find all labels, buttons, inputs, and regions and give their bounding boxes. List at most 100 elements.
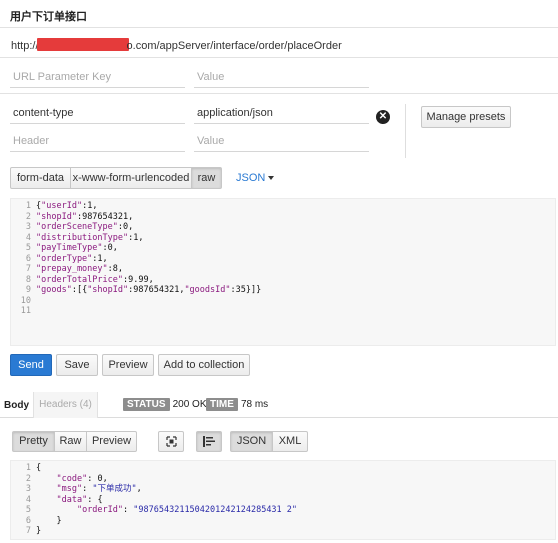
- raw-view-button[interactable]: Raw: [54, 431, 87, 452]
- presets-divider: [405, 104, 406, 158]
- view-mode-group: Pretty Raw Preview: [12, 431, 137, 452]
- form-data-button[interactable]: form-data: [10, 167, 71, 189]
- json-punct: }: [36, 526, 42, 536]
- code-line: "orderTotalPrice":9.99,: [36, 275, 261, 286]
- send-button[interactable]: Send: [10, 354, 52, 376]
- line-number: 7: [25, 264, 31, 274]
- chevron-down-icon: [268, 176, 275, 180]
- json-key: "userId": [41, 201, 83, 211]
- response-time: TIME 78 ms: [206, 398, 269, 411]
- code-line: "code": 0,: [36, 474, 297, 485]
- copy-icon[interactable]: [158, 431, 184, 452]
- request-body-editor[interactable]: 1 2 3 4 5 6 7 8 9 10 11 {"userId":1, "shopId":98765…: [10, 198, 556, 346]
- tab-headers[interactable]: Headers (4): [33, 392, 98, 418]
- json-key: "data": [56, 494, 88, 505]
- format-mode-group: JSON XML: [230, 431, 308, 452]
- json-punct: :1,: [92, 253, 108, 264]
- code-line: }: [36, 526, 297, 537]
- json-key: "code": [56, 473, 88, 484]
- response-line-number-gutter: 1234567: [11, 463, 31, 537]
- save-button[interactable]: Save: [56, 354, 98, 376]
- json-punct: : {: [87, 494, 103, 505]
- line-number: 2: [25, 211, 31, 222]
- remove-header-icon[interactable]: ✕: [376, 110, 390, 124]
- header-value-input[interactable]: application/json: [194, 102, 369, 124]
- response-body-code: { "code": 0, "msg": "下单成功", "data": { "o…: [36, 463, 297, 537]
- format-dropdown[interactable]: JSON: [236, 172, 275, 184]
- code-line: "prepay_money":8,: [36, 264, 261, 275]
- line-number: 4: [25, 494, 31, 505]
- json-punct: :35}]}: [230, 285, 262, 295]
- request-url-input[interactable]: http:// o.com/appServer/interface/order/p…: [11, 38, 342, 52]
- line-number: 5: [25, 243, 31, 253]
- json-punct: :0,: [102, 243, 118, 253]
- url-divider: [0, 57, 558, 58]
- line-number: 1: [25, 201, 31, 211]
- body-mode-group: form-data x-www-form-urlencoded raw: [10, 167, 222, 189]
- response-status: STATUS 200 OK: [123, 398, 207, 411]
- json-punct: :8,: [107, 264, 124, 274]
- json-key: "shopId": [36, 211, 77, 222]
- header-key-input[interactable]: content-type: [10, 102, 185, 124]
- status-value: 200 OK: [172, 399, 207, 410]
- json-punct: :: [87, 473, 98, 484]
- code-line: "shopId":987654321,: [36, 212, 261, 223]
- pretty-button[interactable]: Pretty: [12, 431, 55, 452]
- json-punct: :9.99,: [123, 274, 154, 285]
- json-punct: :[{: [71, 285, 88, 295]
- json-key: "orderType": [36, 253, 93, 264]
- json-punct: [36, 505, 77, 515]
- line-number: 9: [25, 285, 31, 295]
- redacted-host: [36, 38, 129, 51]
- json-key: "orderSceneType": [36, 222, 118, 232]
- line-number: 3: [25, 222, 31, 232]
- json-punct: [36, 474, 56, 484]
- code-line: {: [36, 463, 297, 474]
- json-key: "orderTotalPrice": [36, 274, 123, 285]
- url-param-key-input[interactable]: URL Parameter Key: [10, 66, 185, 88]
- line-number: 6: [25, 515, 31, 526]
- json-punct: :987654321,: [76, 211, 134, 222]
- json-punct: {: [36, 463, 42, 473]
- title-divider: [0, 27, 558, 28]
- code-line: {"userId":1,: [36, 201, 261, 212]
- json-format-button[interactable]: JSON: [230, 431, 273, 452]
- json-key: "shopId": [87, 285, 129, 295]
- json-punct: [36, 484, 56, 494]
- json-punct: }: [36, 515, 62, 526]
- code-line: "data": {: [36, 495, 297, 506]
- format-dropdown-label: JSON: [236, 172, 266, 184]
- add-to-collection-button[interactable]: Add to collection: [158, 354, 250, 376]
- raw-button[interactable]: raw: [191, 167, 222, 189]
- json-string: "9876543211504201242124285431 2": [133, 505, 298, 515]
- time-value: 78 ms: [240, 399, 269, 410]
- url-param-value-input[interactable]: Value: [194, 66, 369, 88]
- line-number: 4: [25, 232, 31, 243]
- preview-button[interactable]: Preview: [102, 354, 154, 376]
- new-header-value-input[interactable]: Value: [194, 130, 369, 152]
- url-suffix: o.com/appServer/interface/order/placeOrd…: [126, 40, 342, 52]
- urlencoded-button[interactable]: x-www-form-urlencoded: [70, 167, 192, 189]
- json-punct: :0,: [117, 222, 134, 232]
- json-punct: ,: [136, 484, 142, 494]
- line-number: 7: [25, 526, 31, 536]
- json-key: "msg": [56, 484, 83, 494]
- wrap-lines-icon[interactable]: [196, 431, 222, 452]
- new-header-key-input[interactable]: Header: [10, 130, 185, 152]
- tab-body[interactable]: Body: [4, 400, 29, 411]
- response-body-viewer[interactable]: 1234567 { "code": 0, "msg": "下单成功", "dat…: [10, 460, 556, 540]
- line-number-gutter: 1 2 3 4 5 6 7 8 9 10 11: [11, 201, 31, 317]
- json-punct: :: [82, 484, 93, 494]
- code-line: "distributionType":1,: [36, 233, 261, 244]
- line-number: 3: [25, 484, 31, 494]
- json-punct: :987654321,: [128, 285, 185, 295]
- code-line: "goods":[{"shopId":987654321,"goodsId":3…: [36, 285, 261, 296]
- preview-view-button[interactable]: Preview: [86, 431, 137, 452]
- json-string: "下单成功": [92, 484, 137, 494]
- json-key: "orderId": [76, 505, 124, 515]
- xml-format-button[interactable]: XML: [272, 431, 308, 452]
- manage-presets-button[interactable]: Manage presets: [421, 106, 511, 128]
- json-punct: :1,: [82, 201, 98, 211]
